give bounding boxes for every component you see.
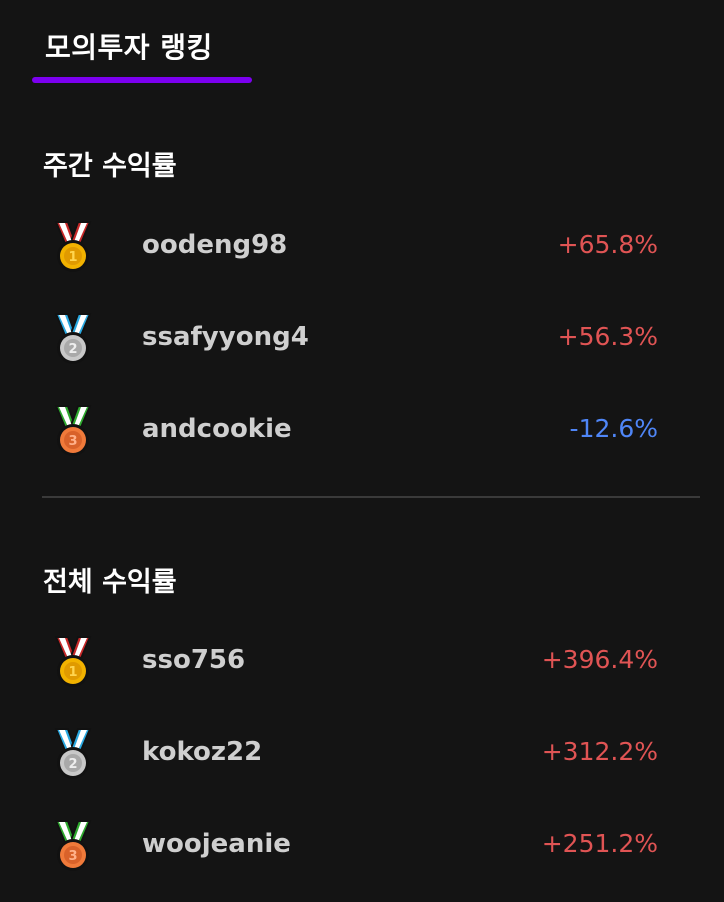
username: woojeanie bbox=[142, 829, 291, 859]
tab-active-indicator bbox=[32, 77, 252, 83]
svg-text:3: 3 bbox=[68, 849, 77, 864]
username: andcookie bbox=[142, 414, 292, 444]
return-rate: +312.2% bbox=[541, 737, 658, 766]
silver-medal-icon: 2 bbox=[48, 727, 98, 783]
bronze-medal-icon: 3 bbox=[48, 404, 98, 460]
ranking-tab[interactable]: 모의투자 랭킹 bbox=[32, 0, 252, 86]
return-rate: +251.2% bbox=[541, 829, 658, 858]
return-rate: +56.3% bbox=[557, 322, 658, 351]
svg-text:2: 2 bbox=[68, 342, 77, 357]
silver-medal-icon: 2 bbox=[48, 312, 98, 368]
total-section-title: 전체 수익률 bbox=[43, 567, 177, 598]
username: oodeng98 bbox=[142, 230, 288, 260]
username: ssafyyong4 bbox=[142, 322, 309, 352]
svg-text:1: 1 bbox=[68, 665, 77, 680]
svg-text:1: 1 bbox=[68, 250, 77, 265]
total-rank-row[interactable]: 1 sso756 +396.4% bbox=[42, 631, 662, 691]
weekly-rank-row[interactable]: 1 oodeng98 +65.8% bbox=[42, 216, 662, 276]
username: sso756 bbox=[142, 645, 246, 675]
svg-text:3: 3 bbox=[68, 434, 77, 449]
return-rate: +396.4% bbox=[541, 645, 658, 674]
weekly-rank-row[interactable]: 3 andcookie -12.6% bbox=[42, 400, 662, 460]
gold-medal-icon: 1 bbox=[48, 635, 98, 691]
total-rank-row[interactable]: 2 kokoz22 +312.2% bbox=[42, 723, 662, 783]
page-title: 모의투자 랭킹 bbox=[45, 31, 213, 64]
section-divider bbox=[42, 496, 700, 498]
return-rate: -12.6% bbox=[569, 414, 658, 443]
username: kokoz22 bbox=[142, 737, 263, 767]
gold-medal-icon: 1 bbox=[48, 220, 98, 276]
total-rank-row[interactable]: 3 woojeanie +251.2% bbox=[42, 815, 662, 875]
weekly-section-title: 주간 수익률 bbox=[43, 151, 177, 182]
svg-text:2: 2 bbox=[68, 757, 77, 772]
weekly-rank-row[interactable]: 2 ssafyyong4 +56.3% bbox=[42, 308, 662, 368]
bronze-medal-icon: 3 bbox=[48, 819, 98, 875]
return-rate: +65.8% bbox=[557, 230, 658, 259]
